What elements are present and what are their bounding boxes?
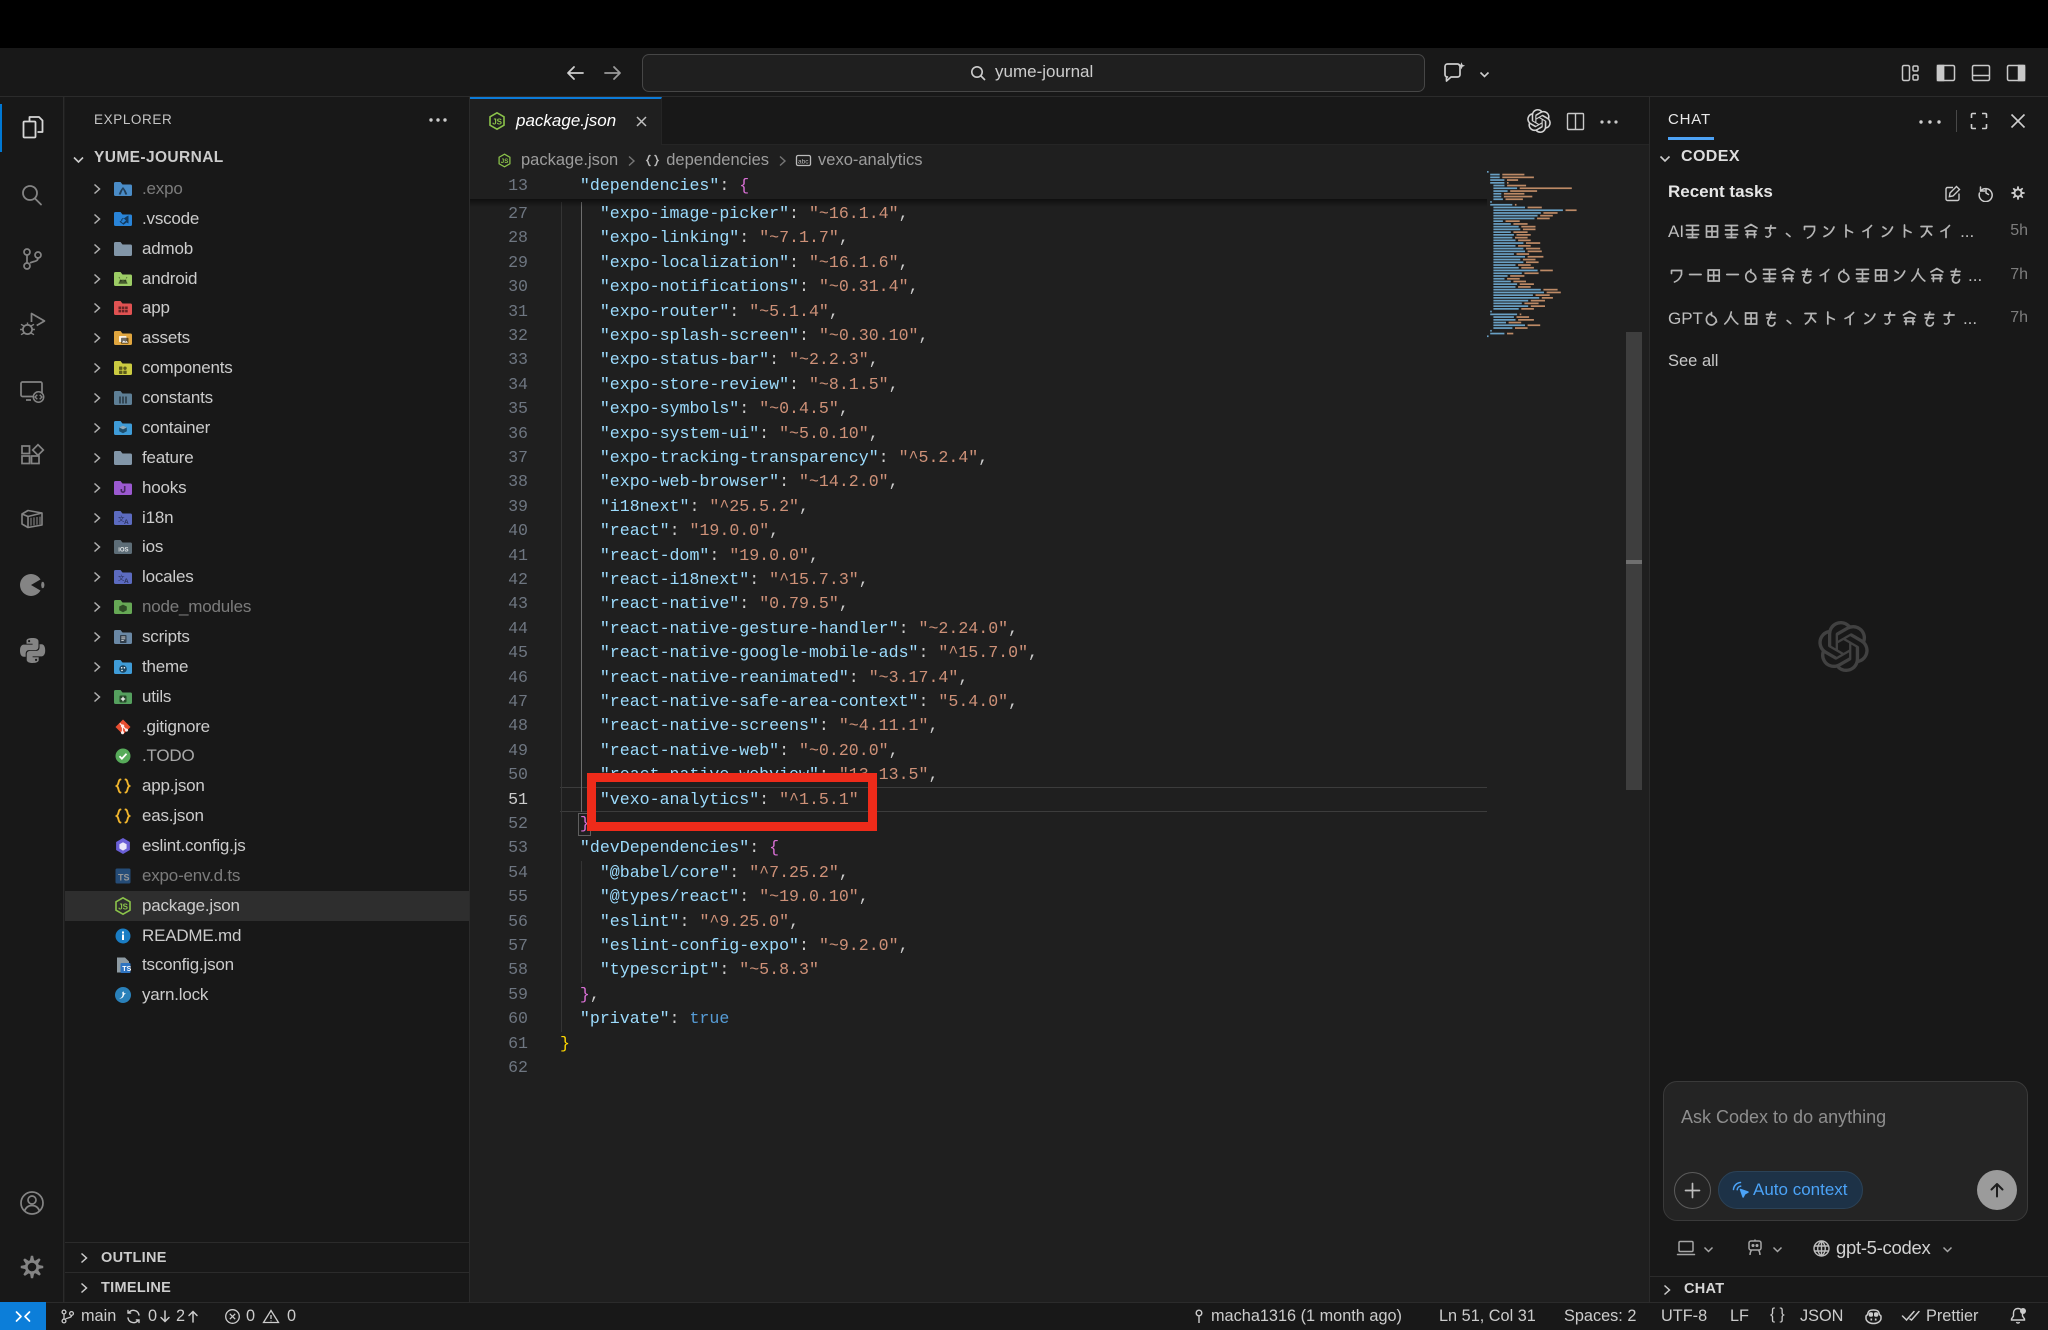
svg-text:JS: JS <box>492 118 502 127</box>
svg-text:iOS: iOS <box>118 548 128 554</box>
svg-text:TS: TS <box>122 966 131 973</box>
svg-text:JS: JS <box>501 158 509 165</box>
svg-text:A: A <box>124 578 129 585</box>
svg-text:A: A <box>124 519 129 526</box>
svg-text:abc: abc <box>798 159 809 166</box>
svg-text:TS: TS <box>118 872 130 882</box>
svg-text:JS: JS <box>118 902 128 911</box>
